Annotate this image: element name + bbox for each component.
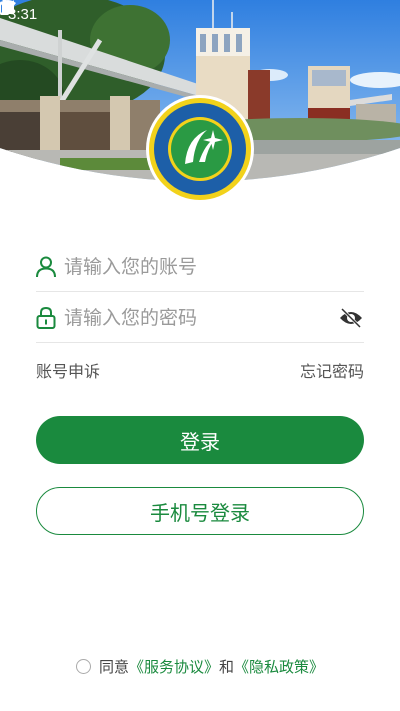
privacy-policy-link[interactable]: 《隐私政策》	[234, 656, 324, 677]
emblem-logo	[146, 95, 254, 203]
account-appeal-link[interactable]: 账号申诉	[36, 358, 100, 382]
university-emblem	[145, 94, 255, 204]
user-icon	[36, 255, 56, 279]
account-input[interactable]	[64, 255, 364, 278]
status-bar: 3:31	[0, 0, 400, 28]
password-input[interactable]	[64, 306, 338, 329]
login-button[interactable]: 登录	[36, 416, 364, 464]
forgot-password-link[interactable]: 忘记密码	[300, 358, 364, 382]
service-agreement-link[interactable]: 《服务协议》	[129, 656, 219, 677]
account-links: 账号申诉 忘记密码	[36, 356, 364, 384]
account-field	[36, 242, 364, 292]
lock-icon	[36, 306, 56, 330]
agreement-checkbox[interactable]	[75, 658, 91, 674]
agreement-prefix: 同意	[98, 657, 129, 676]
agreement-and: 和	[219, 657, 235, 676]
password-field	[36, 293, 364, 343]
eye-off-icon[interactable]	[338, 305, 364, 331]
phone-login-button[interactable]: 手机号登录	[36, 487, 364, 535]
agreement-row: 同意 《服务协议》 和 《隐私政策》	[0, 654, 400, 678]
